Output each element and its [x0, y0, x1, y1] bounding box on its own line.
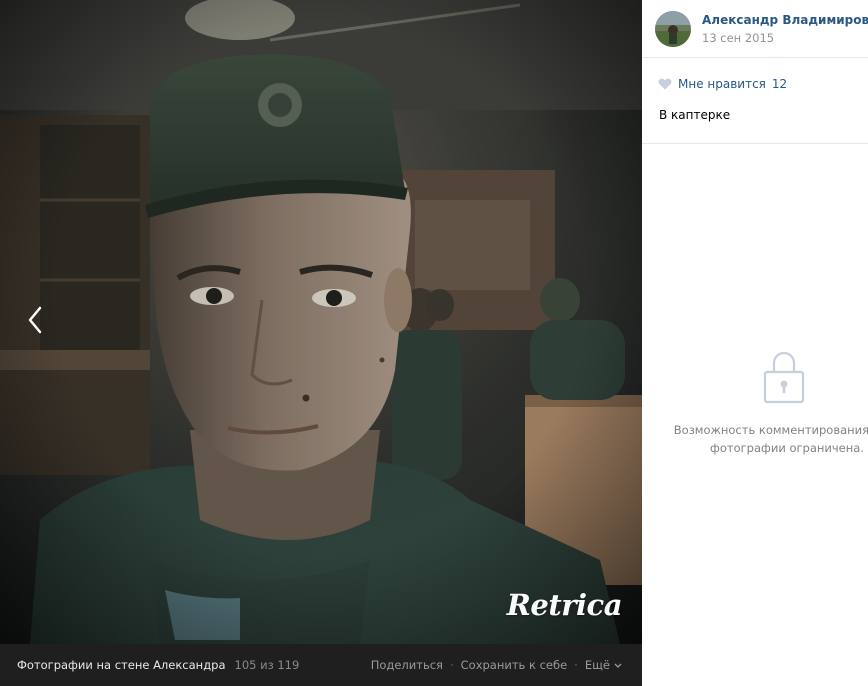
- more-label: Ещё: [584, 658, 610, 672]
- viewer-bottom-bar: Фотографии на стене Александра 105 из 11…: [0, 644, 642, 686]
- previous-photo-button[interactable]: [0, 270, 70, 370]
- separator-dot: ·: [449, 658, 454, 672]
- more-menu-button[interactable]: Ещё: [585, 658, 622, 672]
- chevron-left-icon: [28, 306, 42, 334]
- retrica-watermark: Retrica: [506, 588, 623, 622]
- photo-info-panel: Александр Владимирович 13 сен 2015 Мне н…: [642, 0, 868, 686]
- photo[interactable]: [0, 0, 642, 644]
- photo-counter: 105 из 119: [234, 658, 300, 672]
- like-button[interactable]: Мне нравится 12: [658, 77, 787, 91]
- lock-icon: [763, 351, 805, 404]
- separator-dot: ·: [574, 658, 578, 672]
- photo-viewer: Retrica Фотографии на стене Александра 1…: [0, 0, 642, 686]
- author-name-link[interactable]: Александр Владимирович: [702, 13, 868, 27]
- divider: [642, 143, 868, 144]
- save-to-profile-button[interactable]: Сохранить к себе: [461, 658, 568, 672]
- like-label: Мне нравится: [678, 77, 766, 91]
- post-date[interactable]: 13 сен 2015: [702, 31, 774, 45]
- heart-icon: [658, 78, 672, 90]
- like-count[interactable]: 12: [772, 77, 787, 91]
- album-title-link[interactable]: Фотографии на стене Александра: [17, 658, 226, 672]
- photo-caption: В каптерке: [659, 108, 731, 122]
- comments-restricted-notice: Возможность комментирования этой фотогра…: [673, 423, 868, 455]
- chevron-down-icon: [614, 663, 622, 668]
- author-avatar[interactable]: [655, 11, 691, 47]
- viewer-actions: Поделиться · Сохранить к себе · Ещё: [371, 658, 622, 672]
- author-header: Александр Владимирович 13 сен 2015: [642, 0, 868, 58]
- share-button[interactable]: Поделиться: [371, 658, 443, 672]
